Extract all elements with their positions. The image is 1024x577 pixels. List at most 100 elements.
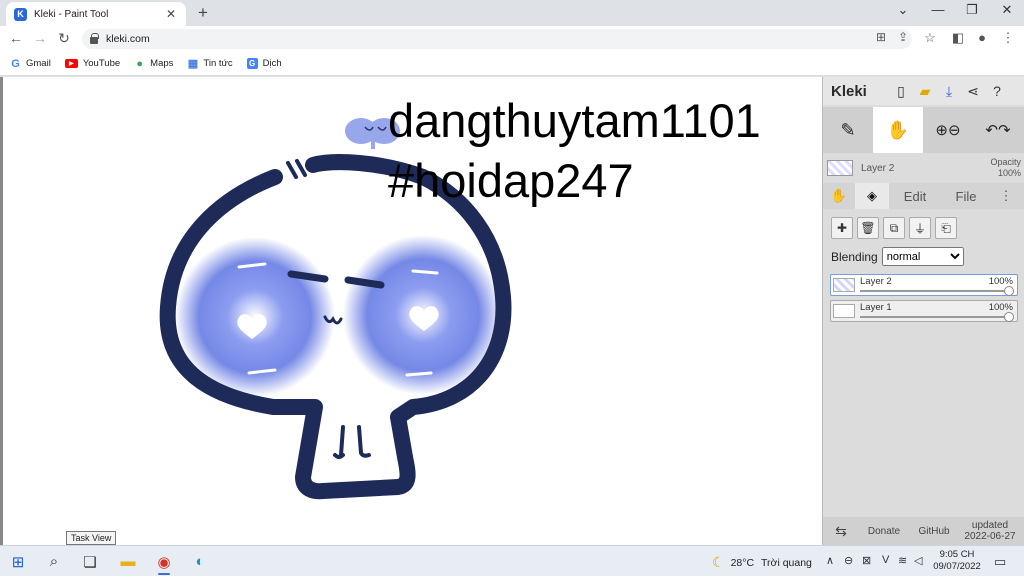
updated-info: updated 2022-06-27 [959,520,1021,542]
opacity-value: 100% [997,168,1021,178]
more-icon[interactable]: ⋮ [991,183,1021,209]
translate-icon: G [246,58,258,69]
restore-button[interactable]: ❐ [957,2,987,18]
notifications-icon[interactable]: ▭ [994,554,1006,570]
lock-icon[interactable] [90,32,99,44]
chrome-icon[interactable]: ◉ [146,546,182,577]
bookmark-label: Gmail [26,58,51,69]
bookmark-gmail[interactable]: G Gmail [10,57,51,70]
slider-knob[interactable] [1004,312,1014,322]
opacity-display: Opacity 100% [990,157,1021,179]
windows-start-icon[interactable]: ⊞ [0,546,36,577]
reload-icon[interactable]: ↻ [55,30,73,47]
bookmark-news[interactable]: ▦ Tin tức [187,58,233,70]
tray-chevron-icon[interactable]: ∧ [826,554,834,567]
tab-strip: K Kleki - Paint Tool ✕ + ⌄ — ❐ ✕ [0,0,1024,26]
kleki-logo[interactable]: Kleki [831,83,889,100]
open-folder-icon[interactable]: ▰ [913,83,937,100]
canvas-text-username: dangthuytam1101 [388,94,761,147]
tray-v-icon[interactable]: V [882,554,889,566]
layer-opacity-slider[interactable] [860,316,1007,318]
side-panel-icon[interactable]: ◧ [948,30,968,46]
browser-tab[interactable]: K Kleki - Paint Tool ✕ [6,2,186,26]
brush-tool-icon[interactable]: ✎ [823,107,873,153]
windows-taskbar: ⊞ ⌕ ❏ ▬ ◉ ◐ ☾ 28°C Trời quang ∧ ⊖ ⊠ V ≋ … [0,545,1024,576]
github-link[interactable]: GitHub [909,526,959,537]
file-explorer-icon[interactable]: ▬ [110,546,146,577]
weather-widget[interactable]: ☾ 28°C Trời quang [712,554,812,571]
tab-search-icon[interactable]: ⌄ [888,2,918,18]
add-layer-icon[interactable]: ✚ [831,217,853,239]
layer-thumbnail [833,278,855,292]
bookmark-label: YouTube [82,58,121,69]
slider-knob[interactable] [1004,286,1014,296]
new-tab-button[interactable]: + [193,3,213,23]
current-layer-name: Layer 2 [861,162,895,174]
temperature: 28°C [730,556,755,569]
undo-redo-icon[interactable]: ↶↷ [973,107,1023,153]
panel-footer: ⇆ Donate GitHub updated 2022-06-27 [823,517,1024,545]
tray-vpn-icon[interactable]: ⊠ [862,554,871,567]
hand-tool-icon[interactable]: ✋ [873,107,923,153]
tab-edit[interactable]: Edit [889,183,941,209]
layer-row-2[interactable]: Layer 2 100% [830,274,1018,296]
profile-avatar-icon[interactable]: ● [972,30,992,45]
hand-tab-icon[interactable]: ✋ [823,183,855,209]
bookmarks-bar: G Gmail ▶ YouTube ● Maps ▦ Tin tức G Dịc… [0,52,1024,76]
zoom-icon[interactable]: ⊕⊖ [923,107,973,153]
duplicate-layer-icon[interactable]: ⧉ [883,217,905,239]
system-clock[interactable]: 9:05 CH 09/07/2022 [930,549,984,573]
new-image-icon[interactable]: ▯ [889,83,913,100]
share-icon[interactable]: ⇪ [894,30,912,44]
url-text[interactable]: kleki.com [106,33,150,45]
bookmark-star-icon[interactable]: ☆ [920,30,940,46]
panel-tabs: ✋ ◈ Edit File ⋮ [823,183,1024,209]
drawing-canvas[interactable]: dangthuytam1101 #hoidap247 [0,77,822,545]
wifi-icon[interactable]: ≋ [898,554,907,567]
blending-select[interactable]: normal [881,247,964,266]
bookmark-translate[interactable]: G Dịch [246,58,282,69]
tray-app-icon[interactable]: ⊖ [844,554,853,567]
layer-opacity-slider[interactable] [860,290,1007,292]
minimize-button[interactable]: — [923,2,953,17]
donate-link[interactable]: Donate [859,526,909,537]
delete-layer-icon[interactable]: 🗑 [857,217,879,239]
download-icon[interactable]: ⤓ [937,83,961,100]
edge-icon[interactable]: ◐ [182,546,218,577]
browser-toolbar: ← → ↻ kleki.com ⊞ ⇪ ☆ ◧ ● ⋮ [0,26,1024,52]
layer-name: Layer 2 [860,276,892,287]
swap-side-icon[interactable]: ⇆ [823,523,859,540]
tab-file[interactable]: File [941,183,991,209]
address-bar[interactable]: kleki.com ⊞ ⇪ [82,29,912,49]
volume-icon[interactable]: ◁ [914,554,922,567]
gmail-icon: G [11,57,20,70]
back-icon[interactable]: ← [7,30,25,46]
bookmark-maps[interactable]: ● Maps [134,57,173,70]
maps-pin-icon: ● [136,57,143,70]
close-window-button[interactable]: ✕ [992,2,1022,18]
help-icon[interactable]: ? [985,83,1009,99]
opacity-label: Opacity [990,157,1021,167]
merge-down-icon[interactable]: ⏚ [909,217,931,239]
menu-kebab-icon[interactable]: ⋮ [998,30,1018,46]
clock-date: 09/07/2022 [933,561,981,572]
task-view-icon[interactable]: ❏ [72,546,108,577]
bookmark-youtube[interactable]: ▶ YouTube [64,58,121,69]
rename-layer-icon[interactable]: ⎗ [935,217,957,239]
translate-icon[interactable]: ⊞ [872,30,890,44]
close-tab-icon[interactable]: ✕ [164,7,178,21]
browser-chrome: K Kleki - Paint Tool ✕ + ⌄ — ❐ ✕ ← → ↻ k… [0,0,1024,77]
tab-title: Kleki - Paint Tool [34,8,109,20]
updated-label: updated [971,520,1009,531]
search-icon[interactable]: ⌕ [36,546,72,577]
layer-row-1[interactable]: Layer 1 100% [830,300,1018,322]
layer-buttons: ✚ 🗑 ⧉ ⏚ ⎗ [831,217,961,239]
skull-drawing [159,118,512,500]
updated-date: 2022-06-27 [964,531,1016,542]
current-layer-info: Layer 2 Opacity 100% [823,155,1024,181]
share-icon[interactable]: ⋖ [961,83,985,100]
weather-text: Trời quang [761,556,812,569]
layers-tab-icon[interactable]: ◈ [855,183,889,209]
forward-icon[interactable]: → [31,30,49,46]
kleki-side-panel: Kleki ▯ ▰ ⤓ ⋖ ? ✎ ✋ ⊕⊖ ↶↷ Layer 2 Opacit… [822,77,1024,545]
